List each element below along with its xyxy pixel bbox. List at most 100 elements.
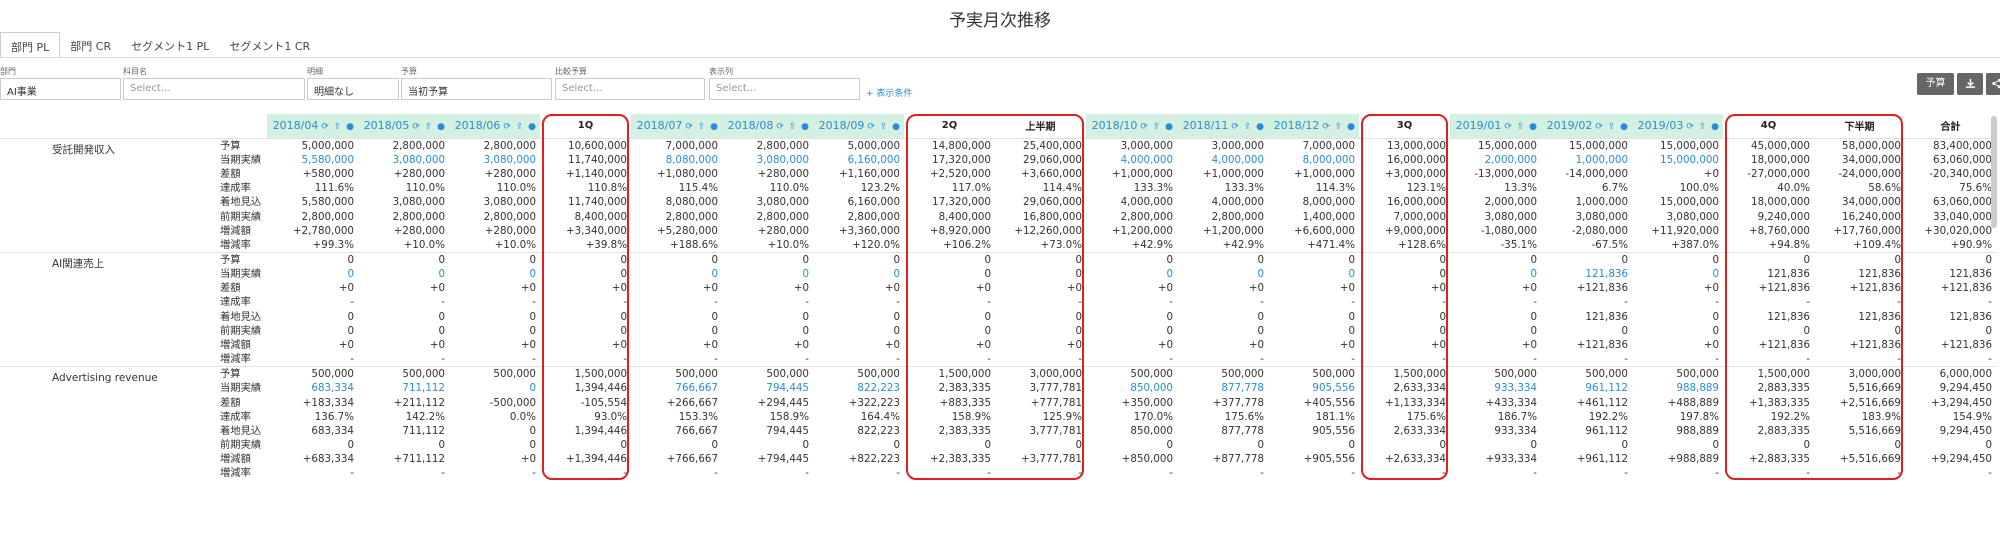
month-action-icons[interactable]: ⟳ ⇪ ● [867, 122, 901, 132]
table-cell[interactable]: 0 [1632, 267, 1723, 281]
account-name[interactable]: 受託開発収入 [0, 139, 214, 252]
month-action-icons[interactable]: ⟳ ⇪ ● [685, 122, 719, 132]
table-cell: +6,600,000 [1293, 224, 1355, 237]
detail-select[interactable]: 明細なし [307, 78, 399, 100]
table-cell: 0 [1712, 438, 1719, 451]
month-action-icons[interactable]: ⟳ ⇪ ● [1686, 122, 1720, 132]
table-cell: 3,080,000 [483, 196, 536, 209]
month-action-icons[interactable]: ⟳ ⇪ ● [776, 122, 810, 132]
table-cell: - [1260, 352, 1264, 365]
table-cell[interactable]: 0 [267, 267, 358, 281]
account-select[interactable]: Select... [123, 78, 305, 100]
table-cell[interactable]: 961,112 [1541, 381, 1632, 395]
table-cell[interactable]: 0 [1268, 267, 1359, 281]
table-cell: - [1988, 296, 1992, 309]
table-cell[interactable]: 0 [1086, 267, 1177, 281]
table-cell[interactable]: 3,080,000 [358, 153, 449, 167]
tab-dept-cr[interactable]: 部門 CR [60, 32, 121, 58]
table-cell[interactable]: 877,778 [1177, 381, 1268, 395]
table-cell[interactable]: 683,334 [267, 381, 358, 395]
table-cell: -500,000 [489, 396, 536, 409]
table-cell[interactable]: 933,334 [1450, 381, 1541, 395]
column-header-month[interactable]: 2018/11 ⟳ ⇪ ● [1177, 114, 1268, 138]
table-cell[interactable]: 8,000,000 [1268, 153, 1359, 167]
table-cell[interactable]: 8,080,000 [631, 153, 722, 167]
table-cell[interactable]: 711,112 [358, 381, 449, 395]
table-cell: - [441, 467, 445, 480]
table-cell[interactable]: 5,580,000 [267, 153, 358, 167]
table-cell[interactable]: 1,000,000 [1541, 153, 1632, 167]
column-header-month[interactable]: 2018/09 ⟳ ⇪ ● [813, 114, 904, 138]
table-cell[interactable]: 850,000 [1086, 381, 1177, 395]
table-cell[interactable]: 0 [449, 381, 540, 395]
table-cell[interactable]: 766,667 [631, 381, 722, 395]
table-cell[interactable]: 822,223 [813, 381, 904, 395]
table-cell[interactable]: 905,556 [1268, 381, 1359, 395]
table-cell[interactable]: 794,445 [722, 381, 813, 395]
column-header-month[interactable]: 2019/01 ⟳ ⇪ ● [1450, 114, 1541, 138]
table-cell[interactable]: 0 [358, 267, 449, 281]
row-label: 達成率 [220, 182, 251, 195]
add-condition-link[interactable]: + 表示条件 [866, 86, 912, 99]
month-action-icons[interactable]: ⟳ ⇪ ● [412, 122, 446, 132]
table-cell: 7,000,000 [1302, 140, 1355, 153]
column-header-month[interactable]: 2018/07 ⟳ ⇪ ● [631, 114, 722, 138]
column-header-month[interactable]: 2018/08 ⟳ ⇪ ● [722, 114, 813, 138]
display-columns-select[interactable]: Select... [709, 78, 860, 100]
table-cell: 0 [893, 310, 900, 323]
table-cell[interactable]: 0 [813, 267, 904, 281]
table-cell[interactable]: 0 [449, 267, 540, 281]
table-cell: 988,889 [1676, 424, 1719, 437]
table-cell: 500,000 [675, 368, 718, 381]
column-header-month[interactable]: 2018/05 ⟳ ⇪ ● [358, 114, 449, 138]
download-button[interactable] [1957, 73, 1983, 95]
table-cell[interactable]: 0 [631, 267, 722, 281]
month-action-icons[interactable]: ⟳ ⇪ ● [321, 122, 355, 132]
table-cell[interactable]: 121,836 [1541, 267, 1632, 281]
month-action-icons[interactable]: ⟳ ⇪ ● [1595, 122, 1629, 132]
table-cell: 1,000,000 [1575, 196, 1628, 209]
budget-select[interactable]: 当初予算 [401, 78, 552, 100]
column-header-month[interactable]: 2019/03 ⟳ ⇪ ● [1632, 114, 1723, 138]
table-cell[interactable]: 0 [722, 267, 813, 281]
column-header-month[interactable]: 2019/02 ⟳ ⇪ ● [1541, 114, 1632, 138]
column-header-month[interactable]: 2018/06 ⟳ ⇪ ● [449, 114, 540, 138]
compare-budget-select[interactable]: Select... [555, 78, 705, 100]
month-action-icons[interactable]: ⟳ ⇪ ● [1322, 122, 1356, 132]
tab-segment1-pl[interactable]: セグメント1 PL [121, 32, 219, 58]
table-cell: - [1533, 296, 1537, 309]
account-name[interactable]: AI関連売上 [0, 253, 214, 366]
table-cell[interactable]: 0 [1450, 267, 1541, 281]
tab-segment1-cr[interactable]: セグメント1 CR [219, 32, 320, 58]
vertical-scrollbar[interactable] [1991, 116, 1997, 228]
table-cell: 0 [802, 254, 809, 267]
tab-dept-pl[interactable]: 部門 PL [0, 32, 61, 58]
month-action-icons[interactable]: ⟳ ⇪ ● [1140, 122, 1174, 132]
department-select[interactable]: AI事業 [0, 78, 121, 100]
column-header-month[interactable]: 2018/10 ⟳ ⇪ ● [1086, 114, 1177, 138]
row-label: 予算 [220, 140, 241, 153]
column-header-month[interactable]: 2018/12 ⟳ ⇪ ● [1268, 114, 1359, 138]
table-cell[interactable]: 2,000,000 [1450, 153, 1541, 167]
table-cell[interactable]: 6,160,000 [813, 153, 904, 167]
table-cell: 121,836 [1585, 310, 1628, 323]
table-cell[interactable]: 3,080,000 [722, 153, 813, 167]
table-cell[interactable]: 4,000,000 [1086, 153, 1177, 167]
month-action-icons[interactable]: ⟳ ⇪ ● [1231, 122, 1265, 132]
table-cell: 500,000 [857, 368, 900, 381]
column-header-period[interactable]: 合計 [1905, 114, 1996, 138]
column-header-month[interactable]: 2018/04 ⟳ ⇪ ● [267, 114, 358, 138]
table-cell: 15,000,000 [1478, 140, 1537, 153]
account-name[interactable]: Advertising revenue [0, 367, 214, 480]
table-cell[interactable]: 15,000,000 [1632, 153, 1723, 167]
month-action-icons[interactable]: ⟳ ⇪ ● [503, 122, 537, 132]
budget-button[interactable]: 予算 [1917, 73, 1954, 95]
table-cell[interactable]: 3,080,000 [449, 153, 540, 167]
table-cell[interactable]: 0 [1177, 267, 1268, 281]
table-cell[interactable]: 988,889 [1632, 381, 1723, 395]
month-action-icons[interactable]: ⟳ ⇪ ● [1504, 122, 1538, 132]
table-cell: 0 [802, 310, 809, 323]
share-button[interactable] [1986, 73, 2000, 95]
table-cell: +377,778 [1212, 396, 1264, 409]
table-cell[interactable]: 4,000,000 [1177, 153, 1268, 167]
